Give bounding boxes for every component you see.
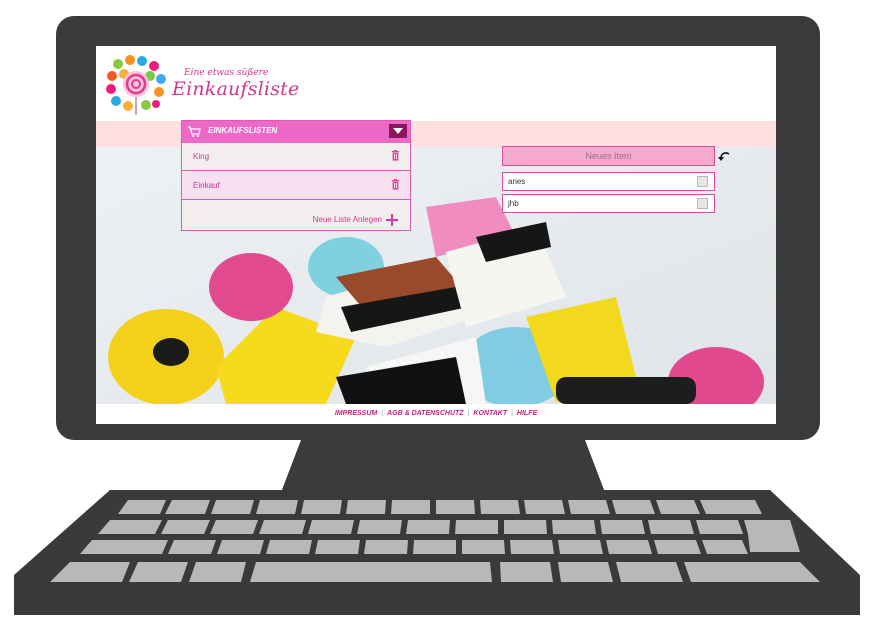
new-list-button[interactable]: Neue Liste Anlegen [313, 215, 382, 224]
app-tagline: Eine etwas süßere [184, 68, 269, 78]
item-name: jhb [508, 199, 519, 208]
shopping-lists-header[interactable]: EINKAUFSLISTEN [182, 121, 410, 143]
lollipop-logo-icon [106, 55, 166, 115]
footer-link-impressum[interactable]: IMPRESSUM [335, 410, 377, 417]
footer-link-kontakt[interactable]: KONTAKT [473, 410, 507, 417]
chevron-down-icon [393, 128, 403, 134]
footer-link-agb[interactable]: AGB & DATENSCHUTZ [387, 410, 463, 417]
footer: IMPRESSUM | AGB & DATENSCHUTZ | KONTAKT | HILF… [96, 404, 776, 424]
item-checkbox[interactable] [697, 176, 708, 187]
trash-icon[interactable] [391, 179, 400, 190]
undo-icon[interactable] [718, 150, 731, 161]
browser-screen: Eine etwas süßere Einkaufsliste EINKAUFS… [96, 46, 776, 424]
app-header: Eine etwas süßere Einkaufsliste [96, 46, 776, 121]
item-row[interactable]: anes [502, 172, 715, 191]
monitor: Eine etwas süßere Einkaufsliste EINKAUFS… [56, 16, 820, 440]
shopping-lists-title: EINKAUFSLISTEN [208, 126, 278, 135]
footer-link-hilfe[interactable]: HILFE [517, 410, 537, 417]
trash-icon[interactable] [391, 150, 400, 161]
item-row[interactable]: jhb [502, 194, 715, 213]
list-item[interactable]: King [182, 143, 410, 171]
new-item-input[interactable]: Neues Item [502, 146, 715, 166]
list-item-name: King [193, 152, 210, 161]
list-item[interactable]: Einkauf [182, 172, 410, 200]
shopping-lists-dropdown: EINKAUFSLISTEN King Einkauf Neue Liste A… [181, 120, 411, 231]
item-name: anes [508, 177, 526, 186]
plus-icon[interactable] [386, 214, 398, 226]
app-brand-title: Einkaufsliste [172, 78, 300, 100]
shopping-cart-icon [188, 126, 201, 137]
list-item-name: Einkauf [193, 181, 220, 190]
dropdown-toggle-button[interactable] [389, 124, 407, 138]
item-checkbox[interactable] [697, 198, 708, 209]
monitor-stand [280, 440, 606, 495]
